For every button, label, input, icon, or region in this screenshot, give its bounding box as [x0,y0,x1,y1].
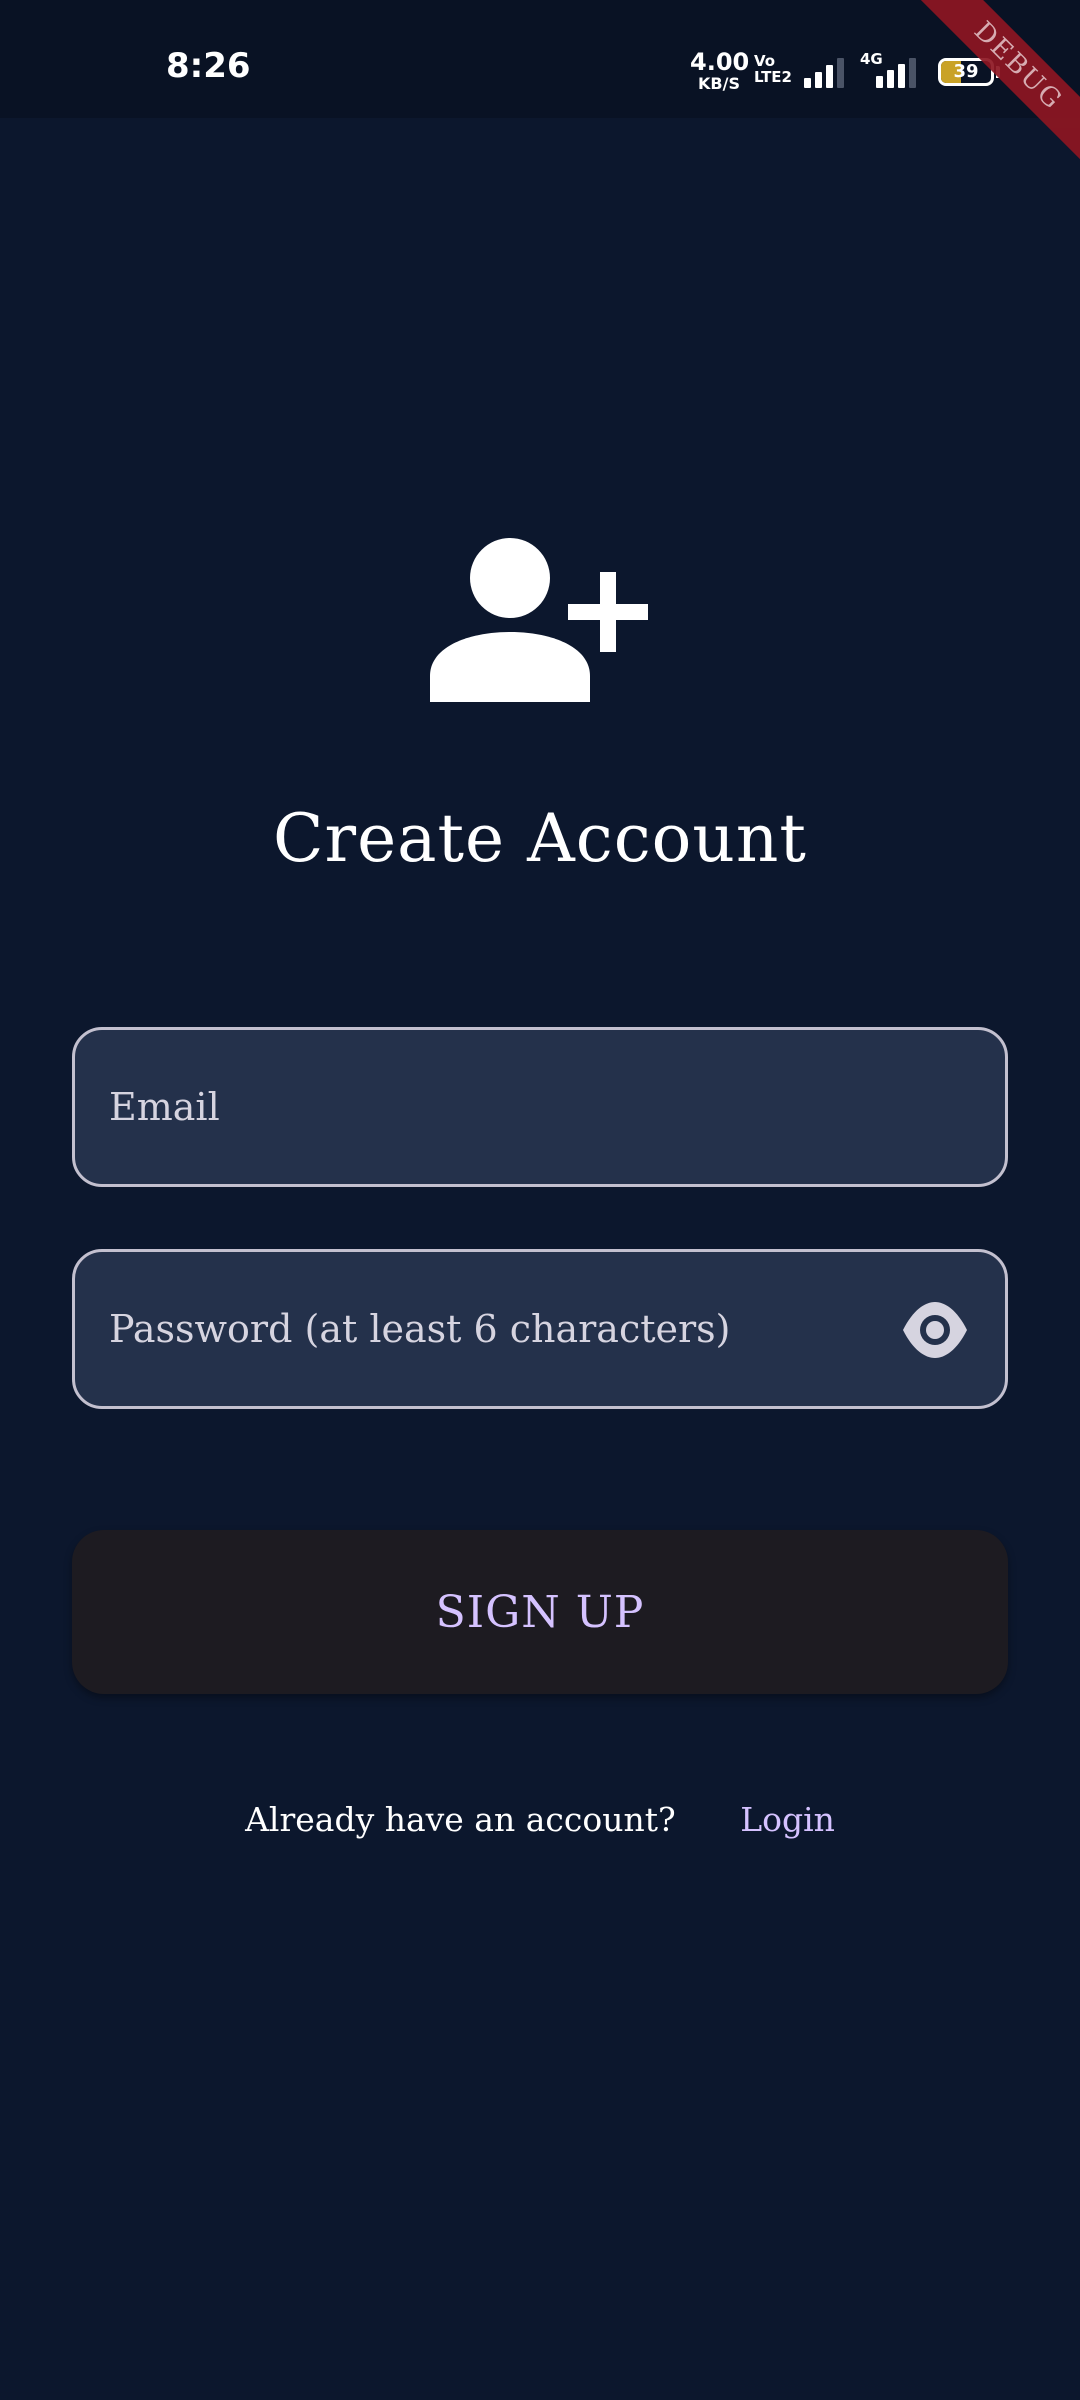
status-time: 8:26 [166,46,251,86]
login-prompt-text: Already have an account? [245,1800,676,1839]
battery-level: 39 [953,61,979,82]
login-prompt-row: Already have an account? Login [0,1800,1080,1839]
signal-strength-icon [804,58,844,88]
email-field[interactable] [109,1030,929,1184]
status-bar: 8:26 4.00 KB/S Vo LTE2 4G 39 [0,0,1080,118]
password-field-container[interactable] [72,1249,1008,1409]
sign-up-button[interactable]: SIGN UP [72,1530,1008,1694]
volte-indicator: Vo LTE2 [754,53,792,86]
login-link[interactable]: Login [740,1800,835,1839]
lte-label: LTE2 [754,67,792,86]
password-field[interactable] [109,1252,929,1406]
network-speed-unit: KB/S [698,74,740,93]
email-field-container[interactable] [72,1027,1008,1187]
network-speed: 4.00 KB/S [690,48,750,93]
signal-strength-icon-secondary [876,58,916,88]
person-add-icon [430,538,648,702]
network-speed-value: 4.00 [690,48,750,76]
page-title: Create Account [273,800,807,877]
sign-up-screen: 8:26 4.00 KB/S Vo LTE2 4G 39 DEBUG Creat… [0,0,1080,2400]
eye-icon[interactable] [901,1298,969,1362]
